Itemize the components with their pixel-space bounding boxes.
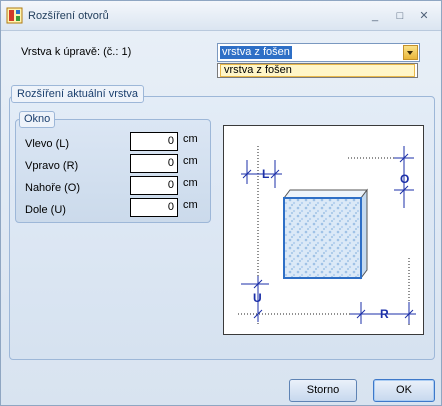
bottom-input[interactable]: 0	[130, 198, 178, 217]
top-input[interactable]: 0	[130, 176, 178, 195]
unit-label: cm	[183, 199, 198, 211]
field-label-right: Vpravo (R)	[25, 160, 79, 172]
field-label-top: Nahoře (O)	[25, 182, 81, 194]
opening-preview: L O U R	[223, 125, 424, 335]
label-left-L: L	[262, 167, 269, 181]
cancel-button[interactable]: Storno	[289, 379, 357, 402]
label-right-R: R	[380, 307, 389, 321]
layer-dropdown-list: vrstva z fošen	[217, 63, 418, 78]
field-label-bottom: Dole (U)	[25, 204, 66, 216]
title-bar[interactable]: Rozšíření otvorů _ □ ✕	[1, 1, 441, 31]
layer-extension-group-title: Rozšíření aktuální vrstva	[11, 85, 145, 103]
close-icon[interactable]: ✕	[417, 10, 431, 22]
label-bottom-U: U	[253, 291, 262, 305]
wall-panel	[283, 197, 362, 279]
right-input[interactable]: 0	[130, 154, 178, 173]
opening-diagram: L O U R	[238, 146, 416, 326]
field-label-left: Vlevo (L)	[25, 138, 70, 150]
dialog-window: Rozšíření otvorů _ □ ✕ Vrstva k úpravě: …	[0, 0, 442, 406]
window-title: Rozšíření otvorů	[28, 10, 109, 22]
layer-label: Vrstva k úpravě: (č.: 1)	[21, 46, 132, 58]
app-icon	[6, 7, 23, 24]
window-group-title: Okno	[19, 111, 56, 128]
ok-button[interactable]: OK	[373, 379, 435, 402]
chevron-down-icon[interactable]	[403, 45, 418, 60]
layer-select[interactable]: vrstva z fošen	[217, 43, 420, 62]
maximize-icon[interactable]: □	[393, 10, 407, 22]
unit-label: cm	[183, 133, 198, 145]
label-top-O: O	[400, 172, 409, 186]
unit-label: cm	[183, 177, 198, 189]
unit-label: cm	[183, 155, 198, 167]
dropdown-option[interactable]: vrstva z fošen	[220, 64, 415, 77]
layer-select-value: vrstva z fošen	[220, 46, 292, 59]
left-input[interactable]: 0	[130, 132, 178, 151]
minimize-icon[interactable]: _	[368, 10, 382, 22]
